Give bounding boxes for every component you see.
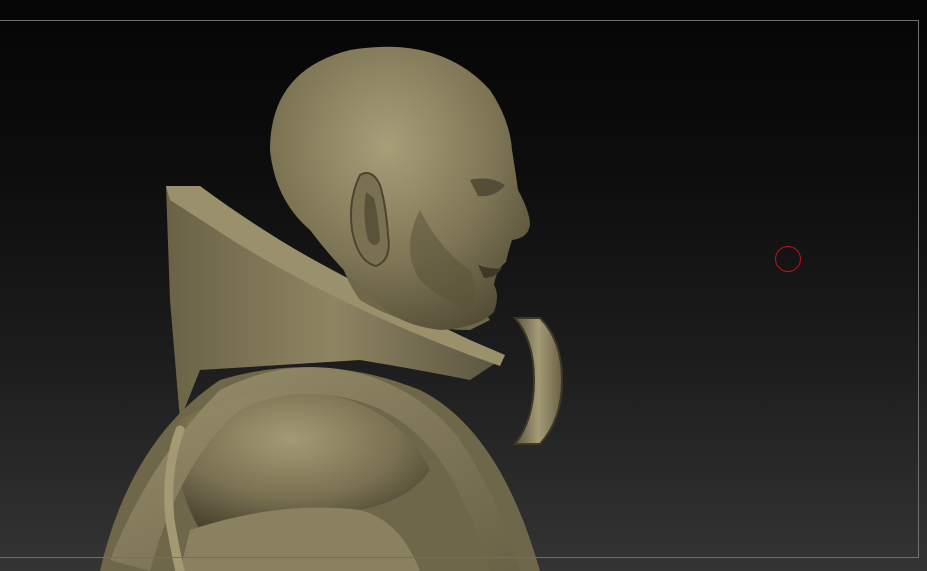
throat-ring bbox=[512, 317, 564, 445]
sculpted-model[interactable] bbox=[0, 0, 927, 571]
sculpt-viewport[interactable] bbox=[0, 0, 927, 571]
circle-brush-cursor-icon[interactable] bbox=[775, 246, 801, 272]
